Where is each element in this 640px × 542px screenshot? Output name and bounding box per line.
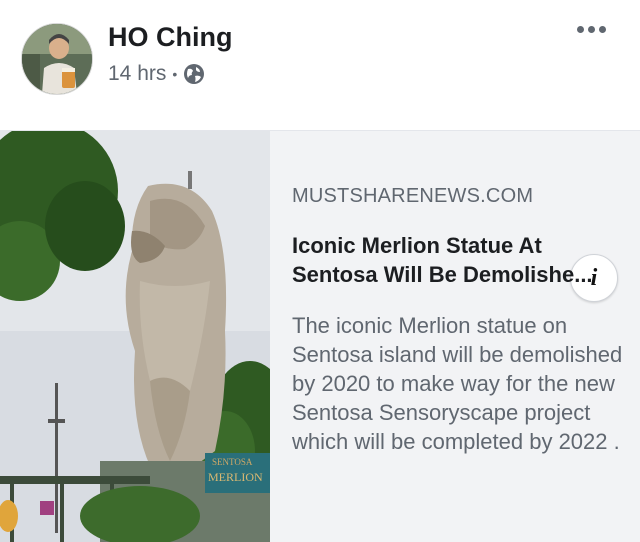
more-options-icon[interactable] xyxy=(577,26,606,33)
link-title[interactable]: Iconic Merlion Statue At Sentosa Will Be… xyxy=(292,231,622,289)
meta-separator: • xyxy=(172,66,178,82)
link-domain[interactable]: MUSTSHARENEWS.COM xyxy=(292,185,533,208)
more-dot xyxy=(599,26,606,33)
avatar-photo xyxy=(22,24,92,94)
author-avatar[interactable] xyxy=(21,23,93,95)
more-dot xyxy=(588,26,595,33)
post-timestamp[interactable]: 14 hrs xyxy=(108,62,166,86)
post-header: HO Ching 14 hrs • xyxy=(0,0,640,130)
sign-line-1: SENTOSA xyxy=(212,457,253,467)
link-thumbnail[interactable]: SENTOSA MERLION xyxy=(0,131,270,542)
sign-line-2: MERLION xyxy=(208,470,263,484)
merlion-photo: SENTOSA MERLION xyxy=(0,131,270,542)
link-description[interactable]: The iconic Merlion statue on Sentosa isl… xyxy=(292,311,627,456)
author-name[interactable]: HO Ching xyxy=(108,22,232,53)
globe-icon[interactable] xyxy=(183,63,205,85)
more-dot xyxy=(577,26,584,33)
post-meta: 14 hrs • xyxy=(108,62,205,86)
